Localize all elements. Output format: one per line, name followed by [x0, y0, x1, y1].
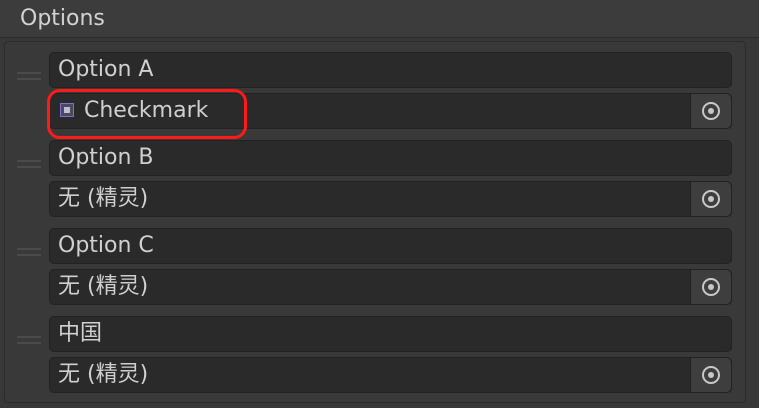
- sprite-field[interactable]: 无 (精灵): [49, 181, 732, 217]
- option-name-text: Option A: [58, 57, 154, 82]
- object-picker-button[interactable]: [690, 358, 731, 392]
- object-picker-button[interactable]: [690, 270, 731, 304]
- option-name-field[interactable]: Option C: [49, 228, 732, 264]
- options-panel: Options Option A Checkmark Option B 无 (精…: [0, 0, 759, 408]
- panel-header: Options: [0, 0, 759, 38]
- list-item: Option C 无 (精灵): [5, 218, 747, 305]
- list-item: 中国 无 (精灵): [5, 306, 747, 393]
- option-name-text: Option C: [58, 233, 154, 258]
- annotation-highlight-ring: [47, 89, 247, 139]
- panel-title: Options: [20, 6, 105, 31]
- sprite-field[interactable]: 无 (精灵): [49, 269, 732, 305]
- sprite-field-value: 无 (精灵): [58, 274, 149, 299]
- option-name-field[interactable]: 中国: [49, 316, 732, 352]
- sprite-field[interactable]: 无 (精灵): [49, 357, 732, 393]
- sprite-field-value: 无 (精灵): [58, 186, 149, 211]
- drag-handle-icon[interactable]: [17, 334, 41, 346]
- object-picker-button[interactable]: [690, 94, 731, 128]
- option-name-text: 中国: [58, 321, 103, 346]
- drag-handle-icon[interactable]: [17, 70, 41, 82]
- option-name-text: Option B: [58, 145, 154, 170]
- drag-handle-icon[interactable]: [17, 246, 41, 258]
- list-item: Option B 无 (精灵): [5, 130, 747, 217]
- option-name-field[interactable]: Option A: [49, 52, 732, 88]
- option-name-field[interactable]: Option B: [49, 140, 732, 176]
- object-picker-button[interactable]: [690, 182, 731, 216]
- drag-handle-icon[interactable]: [17, 158, 41, 170]
- sprite-field-value: 无 (精灵): [58, 362, 149, 387]
